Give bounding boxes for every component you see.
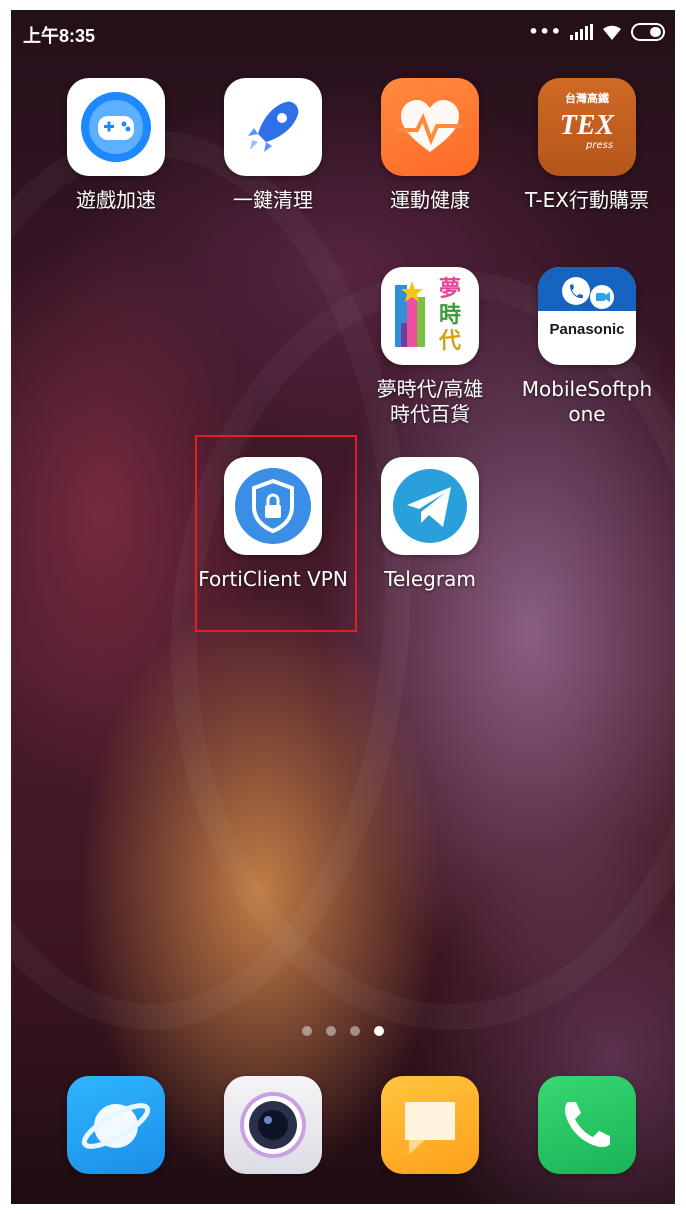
- app-t-ex[interactable]: 台灣高鐵 TEX press T-EX行動購票: [512, 78, 662, 213]
- home-screen: 上午8:35 ••• 遊戲加速 一鍵清理 運動健康 台灣高鐵 TEX press…: [11, 10, 675, 1204]
- page-dot[interactable]: [350, 1026, 360, 1036]
- app-label: 一鍵清理: [233, 188, 313, 212]
- message-bubble-icon: [381, 1076, 479, 1174]
- app-dream-mall[interactable]: 夢 時 代 夢時代/高雄 時代百貨: [355, 267, 505, 427]
- rocket-icon: [224, 78, 322, 176]
- app-label: 夢時代/高雄 時代百貨: [376, 377, 484, 426]
- dock-phone[interactable]: [512, 1076, 662, 1174]
- dream-mall-logo-icon: 夢 時 代: [381, 267, 479, 365]
- page-dot-active[interactable]: [374, 1026, 384, 1036]
- heart-icon: [381, 78, 479, 176]
- highlight-box: [195, 435, 357, 632]
- dream-mall-char: 夢: [438, 277, 461, 302]
- dream-mall-char: 代: [438, 329, 461, 354]
- dock-browser[interactable]: [41, 1076, 191, 1174]
- paper-plane-icon: [381, 457, 479, 555]
- dream-mall-logo-chars: 夢 時 代: [431, 277, 469, 355]
- wifi-icon: [603, 25, 621, 40]
- status-icons: •••: [528, 22, 665, 42]
- more-dots-icon: •••: [528, 22, 562, 41]
- page-indicator[interactable]: [11, 1026, 675, 1038]
- app-label: T-EX行動購票: [525, 188, 649, 212]
- planet-icon: [67, 1076, 165, 1174]
- app-label: Telegram: [384, 567, 476, 591]
- dock-messages[interactable]: [355, 1076, 505, 1174]
- page-dot[interactable]: [326, 1026, 336, 1036]
- dream-mall-char: 時: [438, 303, 461, 328]
- app-health[interactable]: 運動健康: [355, 78, 505, 213]
- app-label: MobileSoftph one: [521, 377, 653, 426]
- status-time: 上午8:35: [23, 26, 96, 46]
- signal-icon: [570, 24, 593, 40]
- t-ex-logo-main: TEX: [559, 110, 615, 141]
- app-mobile-softphone[interactable]: Panasonic MobileSoftph one: [512, 267, 662, 427]
- camera-lens-icon: [224, 1076, 322, 1174]
- app-cleaner[interactable]: 一鍵清理: [198, 78, 348, 213]
- phone-handset-icon: [538, 1076, 636, 1174]
- panasonic-softphone-icon: Panasonic: [538, 267, 636, 365]
- status-bar: 上午8:35 •••: [11, 10, 675, 54]
- app-telegram[interactable]: Telegram: [355, 457, 505, 592]
- page-dot[interactable]: [302, 1026, 312, 1036]
- app-label: 運動健康: [390, 188, 470, 212]
- app-label: 遊戲加速: [76, 188, 156, 212]
- app-game-turbo[interactable]: 遊戲加速: [41, 78, 191, 213]
- dock-camera[interactable]: [198, 1076, 348, 1174]
- gamepad-icon: [67, 78, 165, 176]
- t-ex-logo-top: 台灣高鐵: [565, 92, 609, 105]
- panasonic-logo-text: Panasonic: [549, 321, 625, 338]
- t-ex-logo-icon: 台灣高鐵 TEX press: [538, 78, 636, 176]
- t-ex-logo-sub: press: [586, 140, 614, 151]
- battery-icon: [631, 23, 665, 41]
